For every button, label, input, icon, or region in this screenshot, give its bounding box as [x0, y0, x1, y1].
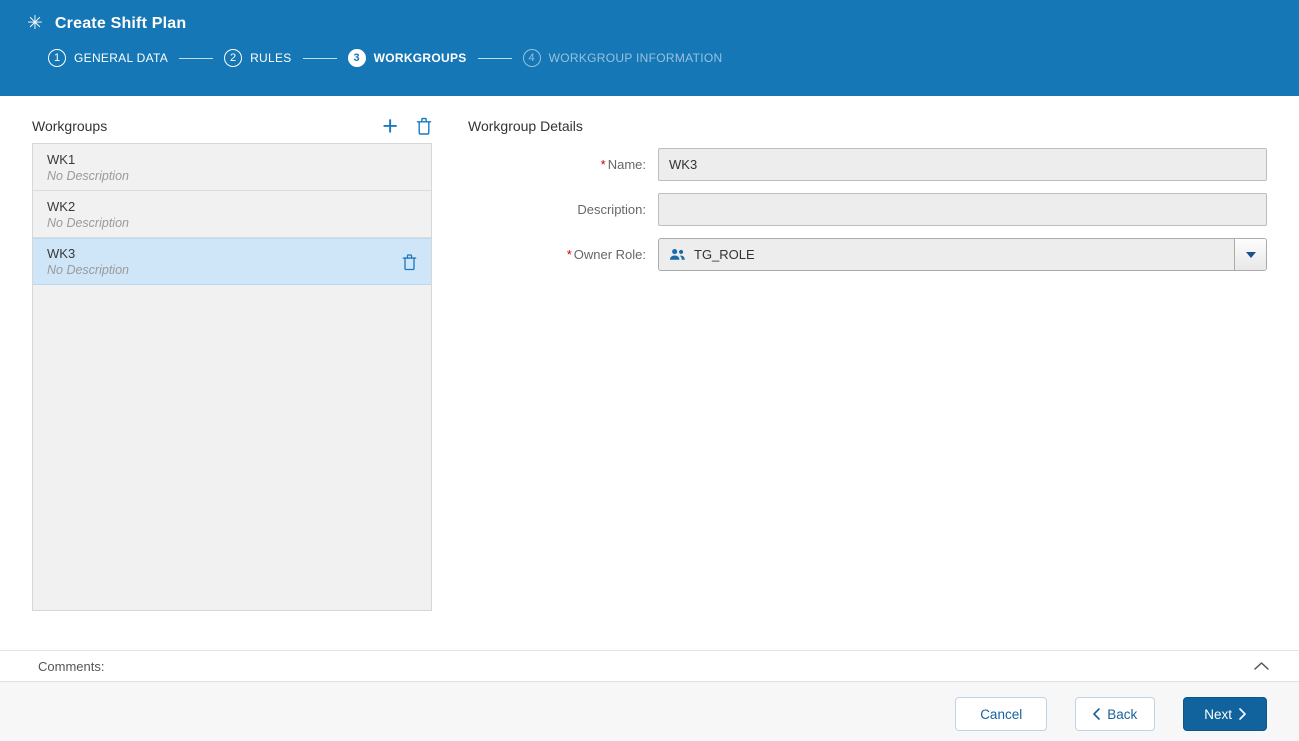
- page-title: Create Shift Plan: [55, 15, 186, 33]
- step-workgroup-information[interactable]: 4 WORKGROUP INFORMATION: [523, 49, 723, 67]
- step-connector: [303, 58, 337, 59]
- workgroup-name: WK2: [47, 199, 129, 214]
- name-label: *Name:: [468, 148, 646, 181]
- workgroup-name: WK3: [47, 246, 129, 261]
- owner-role-row: *Owner Role: TG_ROLE: [468, 238, 1267, 271]
- step-label: RULES: [250, 51, 292, 65]
- chevron-down-icon: [1246, 252, 1256, 258]
- delete-workgroup-button[interactable]: [416, 117, 432, 135]
- description-label: Description:: [468, 193, 646, 226]
- workgroup-name: WK1: [47, 152, 129, 167]
- owner-role-label-text: Owner Role:: [574, 247, 646, 262]
- owner-role-label: *Owner Role:: [468, 238, 646, 271]
- title-row: ✳ Create Shift Plan: [0, 0, 1299, 33]
- step-label: GENERAL DATA: [74, 51, 168, 65]
- step-label: WORKGROUPS: [374, 51, 467, 65]
- workgroup-list-item[interactable]: WK1 No Description: [33, 144, 431, 191]
- name-input[interactable]: [658, 148, 1267, 181]
- required-marker: *: [567, 247, 572, 262]
- workgroup-list-item[interactable]: WK2 No Description: [33, 191, 431, 238]
- owner-role-value-area[interactable]: TG_ROLE: [659, 239, 1234, 270]
- owner-role-dropdown-button[interactable]: [1234, 239, 1266, 270]
- workgroups-title: Workgroups: [32, 118, 107, 134]
- comments-label: Comments:: [38, 659, 104, 674]
- add-workgroup-button[interactable]: +: [380, 116, 400, 136]
- workgroup-description: No Description: [47, 169, 129, 183]
- chevron-right-icon: [1239, 708, 1246, 720]
- cancel-button-label: Cancel: [980, 707, 1022, 722]
- step-number-icon: 2: [224, 49, 242, 67]
- workgroup-item-texts: WK1 No Description: [47, 152, 129, 183]
- chevron-up-icon: [1254, 662, 1269, 670]
- workgroups-panel-header: Workgroups +: [32, 110, 432, 142]
- workgroups-actions: +: [380, 116, 432, 136]
- wizard-steps: 1 GENERAL DATA 2 RULES 3 WORKGROUPS 4 WO…: [48, 49, 1299, 67]
- workgroup-details-title: Workgroup Details: [468, 118, 583, 134]
- step-label: WORKGROUP INFORMATION: [549, 51, 723, 65]
- description-label-text: Description:: [577, 202, 646, 217]
- owner-role-value: TG_ROLE: [694, 247, 755, 262]
- step-number-icon: 4: [523, 49, 541, 67]
- app-header: ✳ Create Shift Plan 1 GENERAL DATA 2 RUL…: [0, 0, 1299, 96]
- trash-icon: [402, 253, 417, 270]
- step-connector: [478, 58, 512, 59]
- shift-plan-app-icon: ✳: [27, 14, 43, 33]
- cancel-button[interactable]: Cancel: [955, 697, 1047, 731]
- create-shift-plan-window: ✳ Create Shift Plan 1 GENERAL DATA 2 RUL…: [0, 0, 1299, 741]
- footer-buttons: Cancel Back Next: [955, 697, 1267, 731]
- owner-role-combobox[interactable]: TG_ROLE: [658, 238, 1267, 271]
- step-number-icon: 1: [48, 49, 66, 67]
- step-rules[interactable]: 2 RULES: [224, 49, 292, 67]
- comments-bar: Comments:: [0, 650, 1299, 681]
- workgroup-item-texts: WK3 No Description: [47, 246, 129, 277]
- delete-selected-workgroup-button[interactable]: [402, 253, 417, 270]
- workgroups-list: WK1 No Description WK2 No Description WK…: [32, 143, 432, 611]
- collapse-comments-button[interactable]: [1250, 658, 1273, 674]
- step-workgroups[interactable]: 3 WORKGROUPS: [348, 49, 467, 67]
- back-button-label: Back: [1107, 707, 1137, 722]
- chevron-left-icon: [1093, 708, 1100, 720]
- description-input[interactable]: [658, 193, 1267, 226]
- workgroup-description: No Description: [47, 216, 129, 230]
- required-marker: *: [601, 157, 606, 172]
- step-general-data[interactable]: 1 GENERAL DATA: [48, 49, 168, 67]
- footer-bar: Cancel Back Next: [0, 681, 1299, 741]
- description-row: Description:: [468, 193, 1267, 226]
- name-row: *Name:: [468, 148, 1267, 181]
- trash-icon: [416, 117, 432, 135]
- step-connector: [179, 58, 213, 59]
- next-button[interactable]: Next: [1183, 697, 1267, 731]
- users-icon: [669, 248, 686, 261]
- workgroup-description: No Description: [47, 263, 129, 277]
- name-label-text: Name:: [608, 157, 646, 172]
- workgroup-item-texts: WK2 No Description: [47, 199, 129, 230]
- workgroup-list-item-selected[interactable]: WK3 No Description: [33, 238, 431, 285]
- step-number-icon: 3: [348, 49, 366, 67]
- back-button[interactable]: Back: [1075, 697, 1155, 731]
- next-button-label: Next: [1204, 707, 1232, 722]
